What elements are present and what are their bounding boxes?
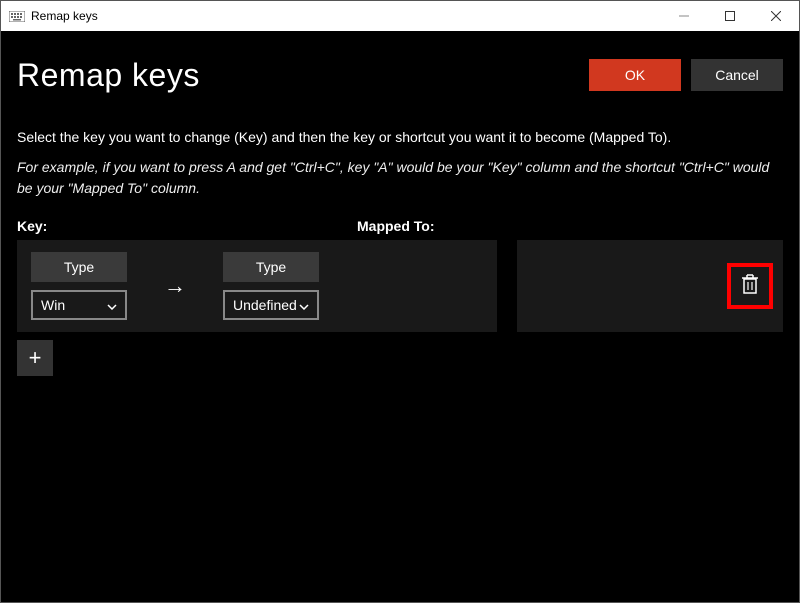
- window-title: Remap keys: [31, 9, 661, 23]
- delete-row-button[interactable]: [741, 274, 759, 297]
- close-button[interactable]: [753, 1, 799, 31]
- mapping-panel-left: Type Win → Type Undefined: [17, 240, 497, 332]
- minimize-button[interactable]: [661, 1, 707, 31]
- column-mapped-label: Mapped To:: [357, 218, 783, 234]
- key-select-value: Win: [41, 297, 65, 313]
- instructions-example: For example, if you want to press A and …: [17, 157, 783, 198]
- header: Remap keys OK Cancel: [1, 31, 799, 101]
- trash-icon: [741, 282, 759, 297]
- page-title: Remap keys: [17, 57, 589, 94]
- key-select[interactable]: Win: [31, 290, 127, 320]
- arrow-right-icon: →: [145, 273, 205, 299]
- ok-button[interactable]: OK: [589, 59, 681, 91]
- mapped-type-button[interactable]: Type: [223, 252, 319, 282]
- add-mapping-button[interactable]: +: [17, 340, 53, 376]
- chevron-down-icon: [299, 297, 309, 313]
- key-type-button[interactable]: Type: [31, 252, 127, 282]
- mapped-select-value: Undefined: [233, 297, 297, 313]
- instructions-main: Select the key you want to change (Key) …: [17, 127, 783, 147]
- mapped-select[interactable]: Undefined: [223, 290, 319, 320]
- cancel-button[interactable]: Cancel: [691, 59, 783, 91]
- mapping-row: Type Win → Type Undefined: [17, 240, 783, 332]
- window-controls: [661, 1, 799, 31]
- titlebar: Remap keys: [1, 1, 799, 31]
- column-key-label: Key:: [17, 218, 357, 234]
- plus-icon: +: [29, 345, 42, 371]
- delete-row-highlight: [727, 263, 773, 309]
- app-icon: [9, 10, 25, 22]
- chevron-down-icon: [107, 297, 117, 313]
- maximize-button[interactable]: [707, 1, 753, 31]
- mapping-panel-right: [517, 240, 783, 332]
